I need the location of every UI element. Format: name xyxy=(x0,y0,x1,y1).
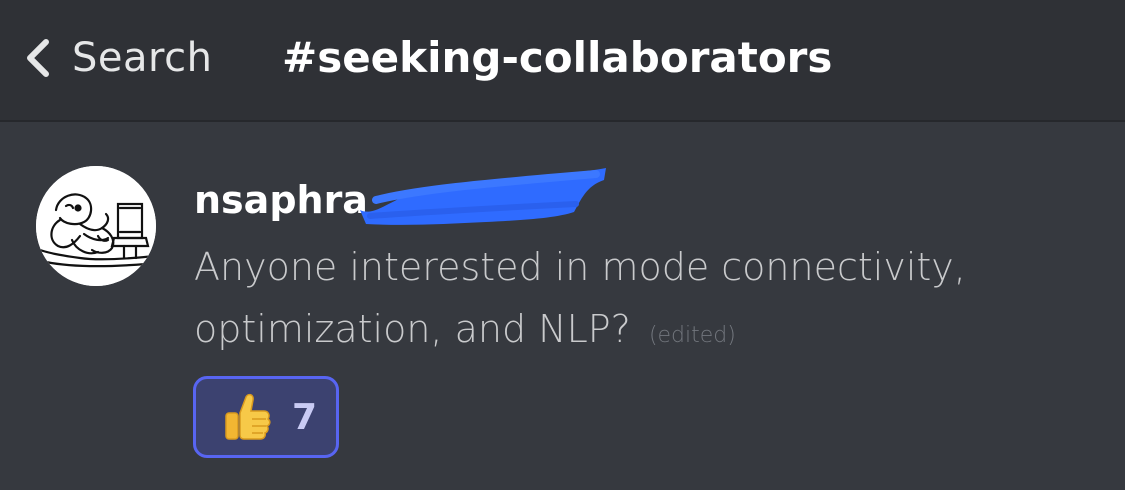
username[interactable]: nsaphra xyxy=(194,176,368,224)
timestamp-redaction-scribble xyxy=(356,160,611,230)
message: nsaphra Anyone interested in mode connec… xyxy=(0,124,1125,490)
message-text: Anyone interested in mode connectivity, … xyxy=(194,245,966,351)
thumbs-up-icon xyxy=(225,393,271,440)
message-body: Anyone interested in mode connectivity, … xyxy=(194,236,1074,367)
reaction-count: 7 xyxy=(292,396,318,438)
back-to-search-button[interactable]: Search xyxy=(22,30,212,86)
avatar-image xyxy=(36,166,156,286)
reaction-button[interactable]: 7 xyxy=(193,376,339,458)
channel-header: Search #seeking-collaborators xyxy=(0,0,1125,122)
chevron-left-icon xyxy=(27,39,49,77)
back-label: Search xyxy=(72,35,213,81)
avatar[interactable] xyxy=(36,166,156,286)
edited-label: (edited) xyxy=(648,323,736,348)
channel-title: #seeking-collaborators xyxy=(282,33,833,82)
